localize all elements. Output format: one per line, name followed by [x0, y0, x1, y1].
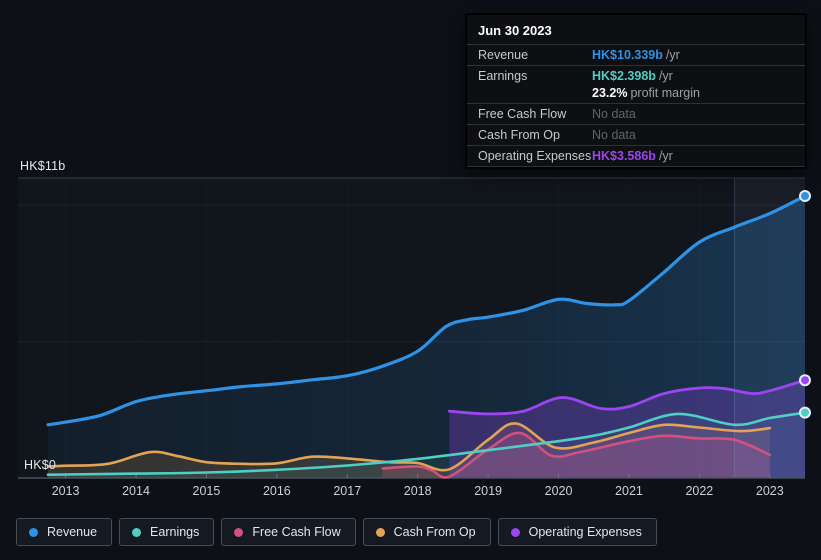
x-axis-year-label: 2014 — [114, 484, 158, 498]
legend-item-revenue[interactable]: Revenue — [16, 518, 112, 546]
operating-expenses-hover-marker — [800, 375, 810, 385]
legend-item-label: Earnings — [150, 525, 199, 539]
earnings-hover-marker — [800, 408, 810, 418]
tooltip-row-label: Earnings — [478, 69, 592, 83]
x-axis-year-label: 2019 — [466, 484, 510, 498]
tooltip-row: Cash From OpNo data — [467, 124, 805, 145]
legend-color-dot-icon — [234, 528, 243, 537]
legend-item-earnings[interactable]: Earnings — [119, 518, 214, 546]
x-axis-year-label: 2022 — [677, 484, 721, 498]
tooltip-row-unit: /yr — [659, 69, 673, 83]
tooltip-row-label: Cash From Op — [478, 128, 592, 142]
legend-item-cash-from-op[interactable]: Cash From Op — [363, 518, 491, 546]
tooltip-row: Free Cash FlowNo data — [467, 103, 805, 124]
x-axis-year-label: 2016 — [255, 484, 299, 498]
x-axis-year-label: 2021 — [607, 484, 651, 498]
x-axis-year-label: 2015 — [184, 484, 228, 498]
tooltip-row-value: No data — [592, 107, 636, 121]
tooltip-row-label: Operating Expenses — [478, 149, 592, 163]
x-axis-year-label: 2017 — [325, 484, 369, 498]
legend-color-dot-icon — [132, 528, 141, 537]
x-axis-year-label: 2020 — [537, 484, 581, 498]
chart-legend: Revenue Earnings Free Cash Flow Cash From O… — [16, 518, 657, 546]
legend-item-label: Free Cash Flow — [252, 525, 340, 539]
legend-color-dot-icon — [29, 528, 38, 537]
legend-item-operating-expenses[interactable]: Operating Expenses — [498, 518, 657, 546]
tooltip-date: Jun 30 2023 — [467, 15, 805, 44]
tooltip-bottom-rule — [467, 166, 805, 167]
tooltip-row-value: HK$2.398b — [592, 69, 656, 83]
tooltip-row-unit: /yr — [666, 48, 680, 62]
chart-panel: HK$11b HK$0 2013 2014 2015 2016 2017 2018 2019… — [0, 0, 821, 560]
tooltip-row: EarningsHK$2.398b/yr — [467, 65, 805, 86]
x-axis-year-label: 2013 — [44, 484, 88, 498]
legend-color-dot-icon — [511, 528, 520, 537]
profit-margin-value: 23.2% — [592, 86, 627, 100]
hover-tooltip: Jun 30 2023 RevenueHK$10.339b/yrEarnings… — [466, 14, 806, 168]
legend-item-label: Revenue — [47, 525, 97, 539]
tooltip-row-label: Free Cash Flow — [478, 107, 592, 121]
y-axis-top-label: HK$11b — [20, 159, 65, 173]
tooltip-row-value: HK$10.339b — [592, 48, 663, 62]
legend-item-label: Operating Expenses — [529, 525, 642, 539]
tooltip-row-unit: /yr — [659, 149, 673, 163]
revenue-hover-marker — [800, 191, 810, 201]
y-axis-zero-label: HK$0 — [24, 458, 56, 472]
tooltip-profit-margin-row: 23.2%profit margin — [467, 86, 805, 103]
profit-margin-caption: profit margin — [630, 86, 699, 100]
legend-item-label: Cash From Op — [394, 525, 476, 539]
legend-color-dot-icon — [376, 528, 385, 537]
tooltip-row-value: HK$3.586b — [592, 149, 656, 163]
x-axis-year-label: 2018 — [396, 484, 440, 498]
tooltip-row: RevenueHK$10.339b/yr — [467, 44, 805, 65]
x-axis-year-label: 2023 — [748, 484, 792, 498]
tooltip-row-value: No data — [592, 128, 636, 142]
legend-item-free-cash-flow[interactable]: Free Cash Flow — [221, 518, 355, 546]
tooltip-row-label: Revenue — [478, 48, 592, 62]
tooltip-row: Operating ExpensesHK$3.586b/yr — [467, 145, 805, 166]
